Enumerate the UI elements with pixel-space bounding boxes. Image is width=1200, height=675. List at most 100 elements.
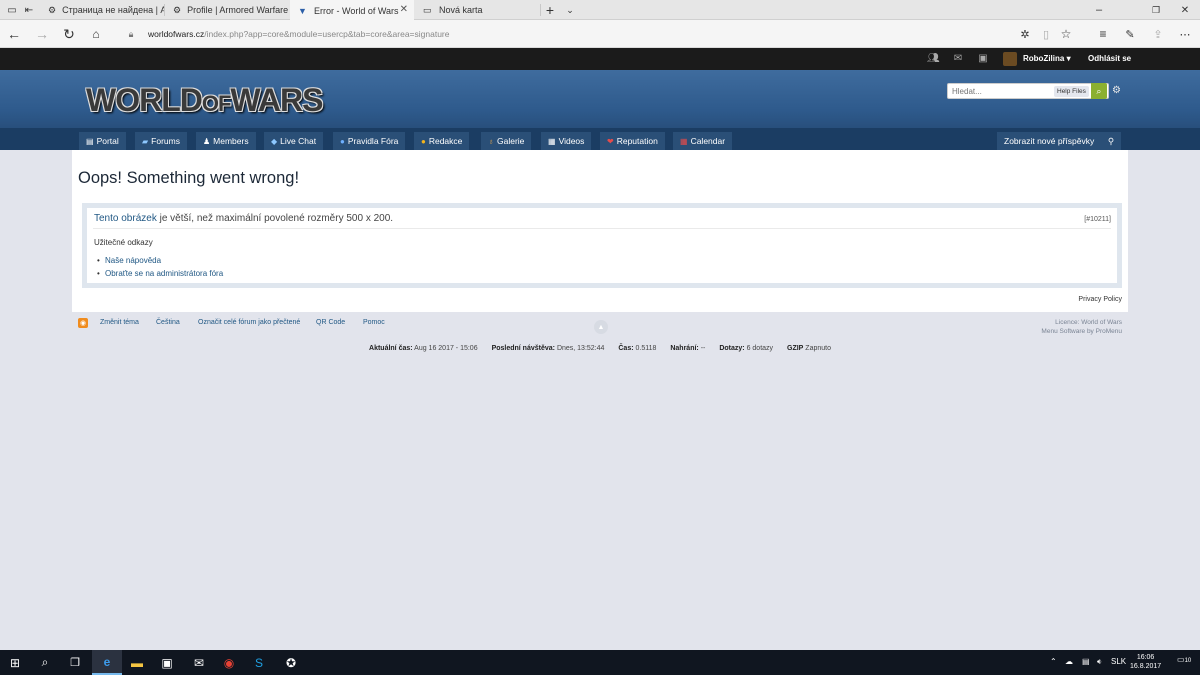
browser-tab-active[interactable]: ▼ Error - World of Wars ✕ <box>290 0 414 21</box>
extensions-icon[interactable]: ✲ <box>1016 25 1034 43</box>
page-title: Oops! Something went wrong! <box>78 169 300 187</box>
url-path: /index.php?app=core&module=usercp&tab=co… <box>204 29 450 39</box>
error-code: [#10211] <box>1084 216 1111 223</box>
divider <box>93 228 1111 229</box>
help-link[interactable]: Naše nápověda <box>97 256 161 265</box>
new-tab-icon[interactable]: + <box>541 1 559 19</box>
mail-icon[interactable]: ✉ <box>184 650 214 675</box>
home-icon[interactable]: ⌂ <box>87 25 105 43</box>
nav-tab-forums[interactable]: ▰ Forums <box>135 132 187 150</box>
user-menu[interactable]: RoboZilina ▾ <box>1023 54 1071 63</box>
nav-tab-portal[interactable]: ▤ Portal <box>79 132 126 150</box>
change-theme-link[interactable]: Změnit téma <box>100 319 139 326</box>
gear-icon[interactable]: ⚙ <box>1112 85 1121 96</box>
nav-tab-videos[interactable]: ▦ Videos <box>541 132 592 150</box>
url-field[interactable]: worldofwars.cz/index.php?app=core&module… <box>148 24 449 44</box>
chevron-down-icon: ▾ <box>1066 54 1071 63</box>
rss-icon[interactable]: ◉ <box>78 318 88 328</box>
search-icon[interactable]: ⌕ <box>30 650 60 675</box>
network-icon[interactable]: ▤ <box>1082 657 1090 666</box>
logout-link[interactable]: Odhlásit se <box>1088 54 1131 63</box>
share-icon[interactable]: ⇪ <box>1149 25 1167 43</box>
nav-tab-members[interactable]: ♟ Members <box>196 132 256 150</box>
reputation-icon: ❤ <box>607 136 614 146</box>
browser-tab-4[interactable]: ▭ Nová karta <box>415 0 539 20</box>
language-link[interactable]: Čeština <box>156 319 180 326</box>
back-arrow-icon[interactable]: ← <box>5 25 23 43</box>
forward-arrow-icon[interactable]: → <box>33 25 51 43</box>
hub-icon[interactable]: ≡ <box>1094 25 1112 43</box>
edge-browser-icon[interactable]: e <box>92 650 122 675</box>
reading-view-icon[interactable]: ▯ <box>1037 25 1055 43</box>
chrome-icon[interactable]: ◉ <box>214 650 244 675</box>
tab-title: Страница не найдена | Arm <box>62 5 164 15</box>
mark-read-link[interactable]: Označit celé fórum jako přečtené <box>198 319 300 326</box>
nav-tab-gallery[interactable]: ♁ Galerie <box>481 132 532 150</box>
nav-tab-live-chat[interactable]: ◆ Live Chat <box>264 132 324 150</box>
useful-links-title: Užitečné odkazy <box>94 238 153 247</box>
nav-tab-reputation[interactable]: ❤ Reputation <box>600 132 665 150</box>
location-pin-icon[interactable]: ⚲ <box>1101 132 1121 150</box>
web-note-icon[interactable]: ✎ <box>1121 25 1139 43</box>
portal-icon: ▤ <box>86 136 94 146</box>
skype-icon[interactable]: S <box>244 650 274 675</box>
tab-title: Error - World of Wars <box>314 5 399 16</box>
search-scope[interactable]: Help Files <box>1054 85 1089 97</box>
minimize-icon[interactable]: – <box>1090 1 1108 19</box>
videos-icon: ▦ <box>548 136 556 146</box>
nav-tab-redakce[interactable]: ● Redakce <box>414 132 470 150</box>
browser-tab-1[interactable]: ⚙ Страница не найдена | Arm <box>40 0 164 20</box>
new-posts-link[interactable]: Zobrazit nové příspěvky <box>997 132 1102 150</box>
search-input[interactable] <box>948 84 1054 98</box>
chevron-up-icon[interactable]: ⌃ <box>1050 657 1057 666</box>
gallery-icon: ♁ <box>488 136 494 146</box>
tab-title: Nová karta <box>439 5 483 15</box>
set-aside-tabs-icon[interactable]: ⇤ <box>20 1 38 19</box>
error-box: Tento obrázek je větší, než maximální po… <box>82 203 1122 288</box>
browser-tab-strip: ▭ ⇤ ⚙ Страница не найдена | Arm ⚙ Profil… <box>0 0 1200 21</box>
avatar[interactable] <box>1003 52 1017 66</box>
messages-icon[interactable]: ✉ <box>952 53 964 65</box>
site-logo[interactable]: WORLDOFWARS <box>86 82 323 119</box>
url-host: worldofwars.cz <box>148 29 205 39</box>
reports-icon[interactable]: ▣ <box>977 53 989 65</box>
help-footer-link[interactable]: Pomoc <box>363 319 385 326</box>
nav-tab-calendar[interactable]: ▦ Calendar <box>673 132 733 150</box>
search-box: Help Files ⌕ <box>947 83 1109 99</box>
store-icon[interactable]: ▣ <box>152 650 182 675</box>
smiley-icon: ● <box>421 136 426 146</box>
main-content: Oops! Something went wrong! Tento obráze… <box>72 150 1128 312</box>
privacy-policy-link[interactable]: Privacy Policy <box>1078 296 1122 303</box>
clock[interactable]: 16:06 16.8.2017 <box>1130 653 1161 671</box>
close-window-icon[interactable]: ✕ <box>1176 1 1194 19</box>
game-app-icon[interactable]: ✪ <box>276 650 306 675</box>
primary-nav: ▤ Portal ▰ Forums ♟ Members ◆ Live Chat ● Pra… <box>0 128 1200 150</box>
browser-tab-2[interactable]: ⚙ Profile | Armored Warfare - <box>165 0 289 20</box>
tab-preview-icon[interactable]: ▭ <box>3 1 21 19</box>
file-explorer-icon[interactable]: ▬ <box>122 650 152 675</box>
language-indicator[interactable]: SLK <box>1111 657 1126 666</box>
error-message: Tento obrázek je větší, než maximální po… <box>94 213 394 224</box>
info-icon: ● <box>340 136 345 146</box>
notifications-icon[interactable]: ▭10 <box>1177 655 1191 664</box>
back-to-top-icon[interactable]: ▲ <box>594 320 608 334</box>
qr-code-link[interactable]: QR Code <box>316 319 345 326</box>
onedrive-icon[interactable]: ☁ <box>1065 657 1073 666</box>
search-icon[interactable]: ⌕ <box>1090 83 1107 99</box>
username: RoboZilina <box>1023 54 1065 63</box>
image-link[interactable]: Tento obrázek <box>94 213 157 224</box>
more-icon[interactable]: ⋯ <box>1176 25 1194 43</box>
restore-icon[interactable]: ❐ <box>1147 1 1165 19</box>
new-tab-page-icon: ▭ <box>423 5 432 15</box>
close-tab-icon[interactable]: ✕ <box>400 4 408 15</box>
friends-icon[interactable]: 👥︎ <box>927 53 940 65</box>
windows-start-icon[interactable]: ⊞ <box>0 650 30 675</box>
volume-icon[interactable]: 🔉︎ <box>1097 657 1102 667</box>
refresh-icon[interactable]: ↻ <box>60 25 78 43</box>
nav-tab-rules[interactable]: ● Pravidla Fóra <box>333 132 406 150</box>
chevron-down-icon[interactable]: ⌄ <box>561 1 579 19</box>
contact-admin-link[interactable]: Obraťte se na administrátora fóra <box>97 269 223 278</box>
page-stats: Aktuální čas: Aug 16 2017 - 15:06 Posled… <box>369 345 831 352</box>
favorite-star-icon[interactable]: ☆ <box>1057 25 1075 43</box>
task-view-icon[interactable]: ❐ <box>60 650 90 675</box>
